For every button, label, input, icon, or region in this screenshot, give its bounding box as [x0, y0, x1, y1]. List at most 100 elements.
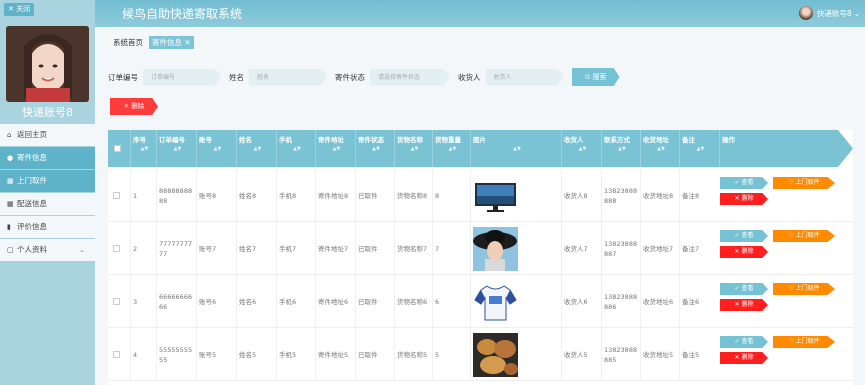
delete-button[interactable]: ✕ 删除: [720, 193, 768, 205]
status-label: 寄件状态: [335, 72, 365, 82]
close-sidebar-button[interactable]: ✕ 关闭: [4, 3, 35, 16]
cell-contact: 13823888888: [601, 169, 640, 222]
cell-no: 4: [130, 328, 156, 381]
header-address[interactable]: 寄件地址 ▲▼: [315, 130, 355, 167]
bulk-delete-button[interactable]: ✕ 删除: [110, 98, 158, 115]
cell-no: 2: [130, 222, 156, 275]
header-recv-addr[interactable]: 收货地址 ▲▼: [640, 130, 679, 167]
close-icon: ✕: [734, 301, 740, 308]
name-input[interactable]: 姓名: [249, 68, 327, 86]
order-number-input[interactable]: 订单编号: [143, 68, 221, 86]
cell-note: 备注6: [679, 275, 719, 328]
breadcrumb-home[interactable]: 系统首页: [113, 37, 143, 48]
status-select[interactable]: 请选择寄件状态: [370, 68, 450, 86]
table-row: 1 8888888888 账号8 姓名8 手机8 寄件地址8 已取件 货物名称8…: [108, 169, 853, 222]
cell-account: 账号7: [196, 222, 236, 275]
user-icon: ●: [7, 154, 14, 162]
tab-shipping-info[interactable]: 寄件信息 ✕: [149, 36, 194, 49]
cell-weight: 8: [432, 169, 470, 222]
sidebar-item-reviews[interactable]: ▮ 评价信息: [0, 216, 95, 238]
cell-no: 3: [130, 275, 156, 328]
cell-phone: 手机5: [276, 328, 315, 381]
sidebar-item-pickup[interactable]: ▦ 上门取件: [0, 170, 95, 192]
sidebar: ✕ 关闭 快递账号8 ⌂ 返回主页 ● 寄件信息 ▦ 上门取件 ▦ 配送信息 ▮…: [0, 0, 95, 385]
view-button[interactable]: ✓ 查看: [720, 177, 768, 189]
chevron-down-icon: ⌄: [853, 8, 860, 18]
grid-icon: ▦: [7, 177, 14, 185]
cell-account: 账号5: [196, 328, 236, 381]
header-order[interactable]: 订单编号 ▲▼: [156, 130, 196, 167]
header-receiver[interactable]: 收货人 ▲▼: [561, 130, 601, 167]
sidebar-item-home[interactable]: ⌂ 返回主页: [0, 124, 95, 146]
delete-button[interactable]: ✕ 删除: [720, 246, 768, 258]
view-button[interactable]: ✓ 查看: [720, 230, 768, 242]
pickup-button[interactable]: ♡ 上门取件: [773, 336, 835, 348]
header-weight[interactable]: 货物重量 ▲▼: [432, 130, 470, 167]
cell-order: 8888888888: [156, 169, 196, 222]
cell-contact: 13823888886: [601, 275, 640, 328]
cell-recv-addr: 收货地址5: [640, 328, 679, 381]
cell-goods: 货物名称8: [394, 169, 432, 222]
table-row: 2 7777777777 账号7 姓名7 手机7 寄件地址7 已取件 货物名称7…: [108, 222, 853, 275]
sidebar-menu: ⌂ 返回主页 ● 寄件信息 ▦ 上门取件 ▦ 配送信息 ▮ 评价信息 ▢ 个人资…: [0, 124, 95, 262]
cell-goods: 货物名称5: [394, 328, 432, 381]
header-account[interactable]: 账号 ▲▼: [196, 130, 236, 167]
table-row: 3 6666666666 账号6 姓名6 手机6 寄件地址6 已取件 货物名称6…: [108, 275, 853, 328]
header-contact[interactable]: 联系方式 ▲▼: [601, 130, 640, 167]
header-actions: 操作: [719, 130, 853, 167]
header-goods[interactable]: 货物名称 ▲▼: [394, 130, 432, 167]
sidebar-item-shipping-info[interactable]: ● 寄件信息: [0, 147, 95, 169]
sidebar-item-profile[interactable]: ▢ 个人资料 ⌄: [0, 239, 95, 261]
cell-image: [470, 169, 561, 222]
search-bar: 订单编号 订单编号 姓名 姓名 寄件状态 请选择寄件状态 收货人 收货人 ⊙ 搜…: [108, 68, 620, 86]
hat-image: [473, 226, 518, 271]
delete-button[interactable]: ✕ 删除: [720, 299, 768, 311]
cell-account: 账号8: [196, 169, 236, 222]
name-label: 姓名: [229, 72, 244, 82]
table-header: 序号 ▲▼ 订单编号 ▲▼ 账号 ▲▼ 姓名 ▲▼ 手机 ▲▼ 寄件地址 ▲▼ 寄件状态 ▲▼…: [108, 130, 853, 167]
header-image[interactable]: 图片 ▲▼: [470, 130, 561, 167]
view-button[interactable]: ✓ 查看: [720, 283, 768, 295]
pickup-button[interactable]: ♡ 上门取件: [773, 283, 835, 295]
sidebar-item-delivery[interactable]: ▦ 配送信息: [0, 193, 95, 215]
search-button[interactable]: ⊙ 搜索: [571, 68, 620, 86]
header-name[interactable]: 姓名 ▲▼: [236, 130, 276, 167]
heart-icon: ♡: [788, 338, 794, 345]
cell-note: 备注8: [679, 169, 719, 222]
top-header: 候鸟自助快递寄取系统 快递账号8 ⌄: [95, 0, 865, 27]
user-menu[interactable]: 快递账号8 ⌄: [798, 5, 860, 21]
close-icon: ✕: [8, 5, 14, 13]
chevron-down-icon: ⌄: [79, 246, 85, 254]
close-icon: ✕: [734, 195, 740, 202]
home-icon: ⌂: [7, 131, 12, 139]
row-checkbox[interactable]: [108, 222, 128, 275]
header-phone[interactable]: 手机 ▲▼: [276, 130, 315, 167]
close-icon[interactable]: ✕: [184, 38, 190, 47]
sidebar-account-name: 快递账号8: [22, 106, 73, 119]
pickup-button[interactable]: ♡ 上门取件: [773, 230, 835, 242]
close-icon: ✕: [734, 248, 740, 255]
receiver-label: 收货人: [458, 72, 481, 82]
breadcrumb: 系统首页 寄件信息 ✕: [113, 36, 194, 49]
food-image: [473, 332, 518, 377]
row-checkbox[interactable]: [108, 328, 128, 381]
row-checkbox[interactable]: [108, 275, 128, 328]
select-all-checkbox[interactable]: [108, 130, 128, 167]
page: 候鸟自助快递寄取系统 快递账号8 ⌄ ✕ 关闭 快递账号8 ⌂ 返回主页 ● 寄…: [0, 0, 865, 385]
header-note[interactable]: 备注 ▲▼: [679, 130, 719, 167]
header-status[interactable]: 寄件状态 ▲▼: [355, 130, 394, 167]
grid-icon: ▦: [7, 200, 14, 208]
cell-address: 寄件地址6: [315, 275, 355, 328]
receiver-input[interactable]: 收货人: [485, 68, 564, 86]
cell-status: 已取件: [355, 328, 394, 381]
delete-button[interactable]: ✕ 删除: [720, 352, 768, 364]
calendar-icon: ▢: [7, 246, 14, 254]
cell-phone: 手机6: [276, 275, 315, 328]
cell-account: 账号6: [196, 275, 236, 328]
app-title: 候鸟自助快递寄取系统: [122, 7, 243, 21]
row-checkbox[interactable]: [108, 169, 128, 222]
pickup-button[interactable]: ♡ 上门取件: [773, 177, 835, 189]
header-no[interactable]: 序号 ▲▼: [130, 130, 156, 167]
view-button[interactable]: ✓ 查看: [720, 336, 768, 348]
check-icon: ✓: [734, 179, 740, 186]
